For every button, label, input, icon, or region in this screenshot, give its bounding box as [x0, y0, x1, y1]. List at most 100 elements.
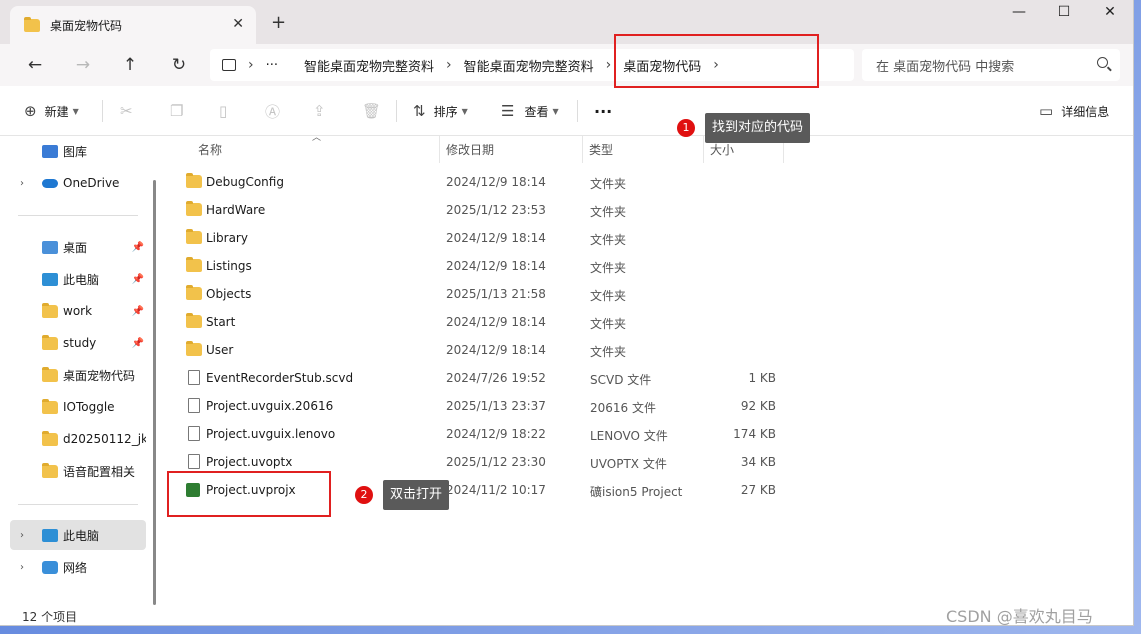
file-name: Start: [206, 315, 236, 329]
rename-button[interactable]: Ⓐ: [265, 86, 280, 136]
file-name: Library: [206, 231, 248, 245]
file-type: 文件夹: [590, 317, 627, 331]
sort-button[interactable]: ⇅ 排序 ▼: [413, 86, 468, 136]
search-input[interactable]: 在 桌面宠物代码 中搜索: [862, 49, 1120, 81]
table-row[interactable]: Listings 2024/12/9 18:14 文件夹: [182, 252, 782, 280]
sidebar-item-this-pc-pinned[interactable]: 此电脑 📌: [10, 264, 146, 294]
sidebar-divider: [18, 215, 138, 216]
file-size: 27 KB: [740, 483, 776, 497]
back-arrow-icon[interactable]: ←: [22, 53, 48, 77]
folder-icon: [42, 462, 58, 478]
delete-button[interactable]: 🗑: [362, 86, 381, 136]
details-label: 详细信息: [1061, 104, 1110, 119]
file-name: User: [206, 343, 234, 357]
sidebar-item-work[interactable]: work 📌: [10, 296, 146, 326]
file-date: 2024/12/9 18:14: [446, 175, 546, 189]
forward-arrow-icon[interactable]: →: [70, 53, 96, 77]
table-row[interactable]: HardWare 2025/1/12 23:53 文件夹: [182, 196, 782, 224]
computer-icon: [222, 59, 236, 71]
chevron-right-icon[interactable]: ›: [20, 562, 24, 573]
table-row[interactable]: Library 2024/12/9 18:14 文件夹: [182, 224, 782, 252]
file-name: Listings: [206, 259, 252, 273]
sidebar-item-label: 此电脑: [63, 272, 100, 287]
breadcrumb-item[interactable]: 智能桌面宠物完整资料: [304, 56, 434, 75]
file-list: ︿ 名称 修改日期 类型 大小 DebugConfig 2024/12/9 18…: [164, 133, 1133, 606]
folder-icon: [42, 302, 58, 318]
table-row[interactable]: Objects 2025/1/13 21:58 文件夹: [182, 280, 782, 308]
view-button[interactable]: ☰ 查看 ▼: [501, 86, 559, 136]
sidebar-item-iotoggle[interactable]: IOToggle: [10, 392, 146, 422]
sort-icon: ⇅: [413, 102, 426, 120]
sidebar-item-study[interactable]: study 📌: [10, 328, 146, 358]
sidebar-item-network[interactable]: › 网络: [10, 552, 146, 582]
sidebar-item-label: 此电脑: [63, 528, 100, 543]
chevron-down-icon: ▼: [461, 106, 468, 116]
folder-icon: [42, 398, 58, 414]
sidebar-item-label: 桌面宠物代码: [63, 368, 136, 383]
desktop-icon: [42, 240, 58, 254]
new-button[interactable]: ⊕ 新建 ▼: [24, 86, 79, 136]
table-row[interactable]: EventRecorderStub.scvd 2024/7/26 19:52 S…: [182, 364, 782, 392]
share-icon: ⇪: [313, 102, 326, 120]
refresh-icon[interactable]: ↻: [166, 53, 192, 77]
close-tab-icon[interactable]: ✕: [232, 16, 244, 32]
column-header-date[interactable]: 修改日期: [440, 136, 583, 163]
sidebar-item-desktop[interactable]: 桌面 📌: [10, 232, 146, 262]
more-options-button[interactable]: ···: [594, 86, 612, 136]
table-row[interactable]: Project.uvguix.20616 2025/1/13 23:37 206…: [182, 392, 782, 420]
sidebar-item-d20250112[interactable]: d20250112_jkc: [10, 424, 146, 454]
annotation-highlight-file: [167, 471, 331, 517]
sidebar-item-label: 网络: [63, 560, 88, 575]
sidebar-scrollbar[interactable]: [153, 180, 156, 605]
computer-icon: [42, 272, 58, 286]
new-tab-button[interactable]: +: [271, 12, 286, 33]
breadcrumb-overflow[interactable]: ···: [266, 58, 278, 73]
item-count: 12 个项目: [22, 610, 78, 624]
table-row[interactable]: User 2024/12/9 18:14 文件夹: [182, 336, 782, 364]
paste-button[interactable]: ▯: [219, 86, 227, 136]
sidebar-item-label: study: [63, 336, 97, 350]
trash-icon: 🗑: [362, 102, 382, 120]
column-header-type[interactable]: 类型: [583, 136, 704, 163]
pin-icon[interactable]: 📌: [132, 306, 144, 317]
file-date: 2024/12/9 18:14: [446, 231, 546, 245]
folder-icon: [42, 430, 58, 446]
tab-current-folder[interactable]: 桌面宠物代码 ✕: [10, 6, 256, 44]
up-arrow-icon[interactable]: ↑: [117, 53, 143, 77]
gallery-icon: [42, 144, 58, 158]
watermark: CSDN @喜欢丸目马: [946, 607, 1093, 626]
chevron-right-icon: ›: [446, 57, 452, 73]
folder-icon: [186, 341, 202, 356]
share-button[interactable]: ⇪: [313, 86, 326, 136]
sidebar-item-this-pc[interactable]: › 此电脑: [10, 520, 146, 550]
details-pane-button[interactable]: ▭ 详细信息: [1039, 86, 1109, 136]
pin-icon[interactable]: 📌: [132, 274, 144, 285]
file-size: 1 KB: [748, 371, 776, 385]
breadcrumb-item[interactable]: 智能桌面宠物完整资料: [464, 56, 594, 75]
sidebar-item-pet-code[interactable]: 桌面宠物代码: [10, 360, 146, 390]
chevron-right-icon[interactable]: ›: [20, 178, 24, 189]
pin-icon[interactable]: 📌: [132, 338, 144, 349]
search-icon: [1097, 57, 1108, 68]
close-window-button[interactable]: ✕: [1087, 4, 1133, 26]
column-header-name[interactable]: 名称: [182, 136, 440, 163]
file-size: 92 KB: [740, 399, 776, 413]
title-bar: 桌面宠物代码 ✕ + — ☐ ✕: [0, 0, 1133, 44]
chevron-right-icon[interactable]: ›: [20, 530, 24, 541]
sidebar-item-onedrive[interactable]: › OneDrive: [10, 168, 146, 198]
table-row[interactable]: DebugConfig 2024/12/9 18:14 文件夹: [182, 168, 782, 196]
sidebar-item-gallery[interactable]: 图库: [10, 136, 146, 166]
maximize-button[interactable]: ☐: [1041, 4, 1087, 26]
new-label: 新建: [44, 104, 69, 119]
folder-icon: [186, 173, 202, 188]
sidebar-item-voice-config[interactable]: 语音配置相关: [10, 456, 146, 486]
table-row[interactable]: Start 2024/12/9 18:14 文件夹: [182, 308, 782, 336]
folder-icon: [186, 285, 202, 300]
scissors-icon: ✂: [120, 102, 133, 120]
cut-button[interactable]: ✂: [120, 86, 133, 136]
minimize-button[interactable]: —: [996, 4, 1042, 26]
copy-button[interactable]: ❐: [170, 86, 183, 136]
pin-icon[interactable]: 📌: [132, 242, 144, 253]
annotation-callout: 找到对应的代码: [705, 113, 811, 143]
table-row[interactable]: Project.uvguix.lenovo 2024/12/9 18:22 LE…: [182, 420, 782, 448]
